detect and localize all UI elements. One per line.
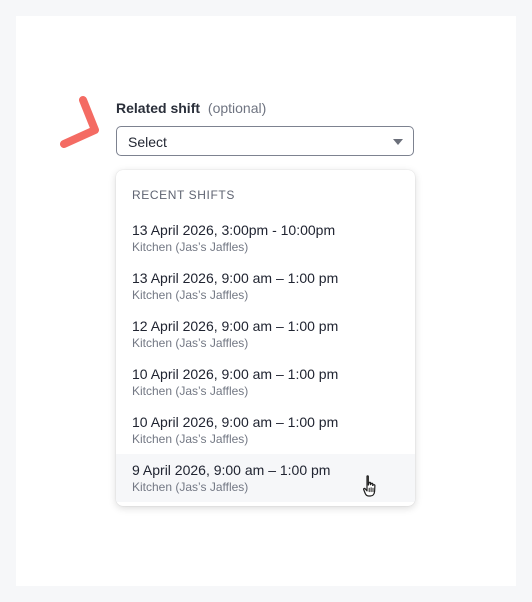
field-label: Related shift (optional) [116,99,266,117]
shift-option-subtitle: Kitchen (Jas’s Jaffles) [132,384,249,398]
shift-option-title: 12 April 2026, 9:00 am – 1:00 pm [132,318,339,334]
select-value: Select [128,134,167,150]
shift-option-subtitle: Kitchen (Jas’s Jaffles) [132,288,249,302]
field-label-text: Related shift [116,100,201,116]
shift-option-subtitle: Kitchen (Jas’s Jaffles) [132,336,249,350]
shift-option-subtitle: Kitchen (Jas’s Jaffles) [132,240,249,254]
shift-option-subtitle: Kitchen (Jas’s Jaffles) [132,432,249,446]
shift-option-title: 10 April 2026, 9:00 am – 1:00 pm [132,414,339,430]
arrow-accent-icon [60,96,99,148]
related-shift-select[interactable]: Select [116,126,414,156]
shift-option[interactable]: 10 April 2026, 9:00 am – 1:00 pm Kitchen… [116,358,415,406]
pointer-hand-icon [363,475,376,497]
chevron-down-icon [393,139,403,145]
shift-option-subtitle: Kitchen (Jas’s Jaffles) [132,480,249,494]
shift-option-title: 9 April 2026, 9:00 am – 1:00 pm [132,462,331,478]
menu-header: RECENT SHIFTS [132,188,235,202]
shift-option-title: 10 April 2026, 9:00 am – 1:00 pm [132,366,339,382]
shift-option[interactable]: 10 April 2026, 9:00 am – 1:00 pm Kitchen… [116,406,415,454]
field-label-hint: (optional) [207,100,267,116]
shift-option[interactable]: 13 April 2026, 3:00pm - 10:00pm Kitchen … [116,214,415,262]
shift-option[interactable]: 12 April 2026, 9:00 am – 1:00 pm Kitchen… [116,310,415,358]
shift-option-title: 13 April 2026, 3:00pm - 10:00pm [132,222,336,238]
shift-dropdown-menu: RECENT SHIFTS 13 April 2026, 3:00pm - 10… [116,170,415,506]
shift-option[interactable]: 13 April 2026, 9:00 am – 1:00 pm Kitchen… [116,262,415,310]
shift-option-title: 13 April 2026, 9:00 am – 1:00 pm [132,270,339,286]
